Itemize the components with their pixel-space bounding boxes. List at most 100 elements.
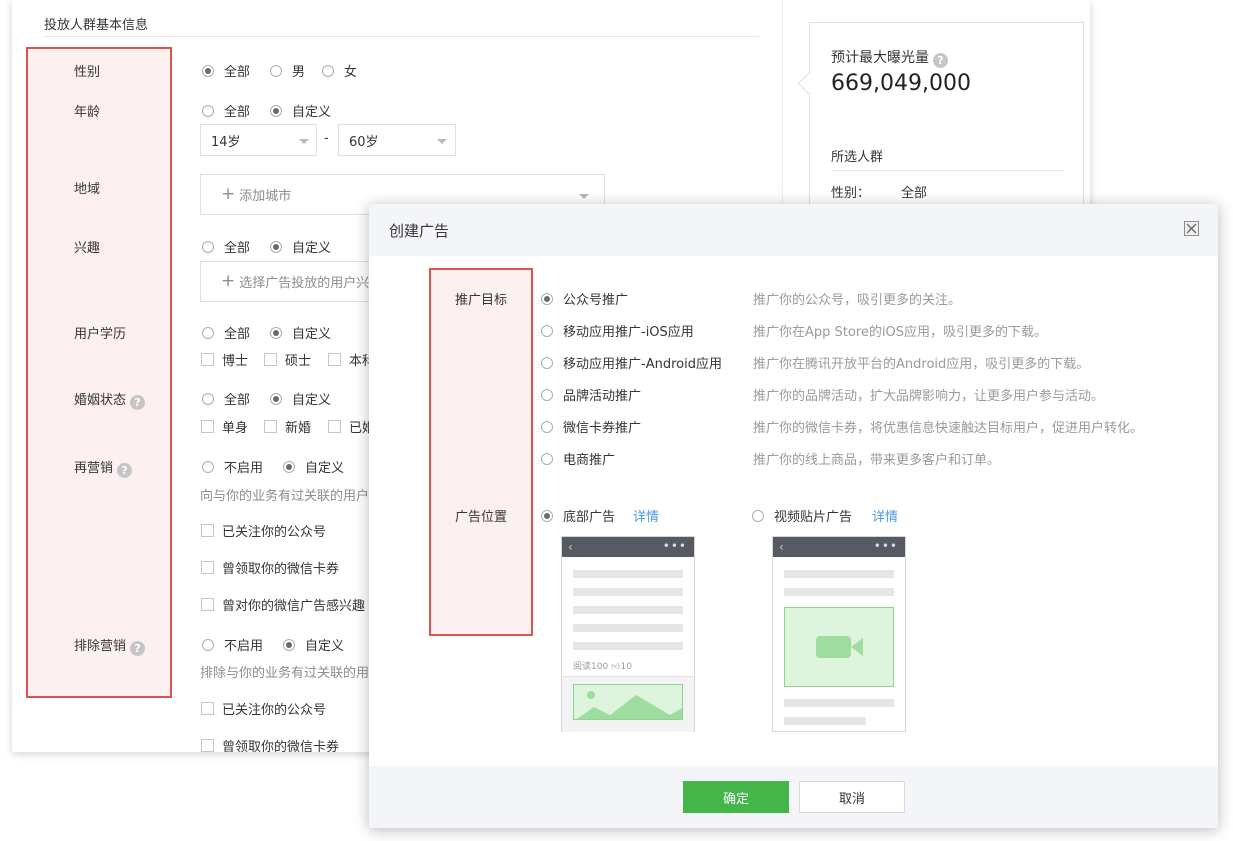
position-option-bottom[interactable]: 底部广告 xyxy=(541,506,615,525)
checkbox[interactable] xyxy=(328,420,341,433)
radio-checked[interactable] xyxy=(283,460,295,473)
radio-checked[interactable] xyxy=(541,509,553,522)
education-option-all[interactable]: 全部 xyxy=(202,323,250,342)
radio[interactable] xyxy=(541,356,553,369)
checkbox[interactable] xyxy=(264,420,277,433)
help-icon[interactable]: ? xyxy=(933,53,948,68)
radio[interactable] xyxy=(541,388,553,401)
radio[interactable] xyxy=(202,240,214,253)
checkbox[interactable] xyxy=(201,420,214,433)
marital-option-custom[interactable]: 自定义 xyxy=(270,389,331,408)
goal-option-brand-activity[interactable]: 品牌活动推广 xyxy=(541,385,641,404)
marital-option-all[interactable]: 全部 xyxy=(202,389,250,408)
goal-option-desc: 推广你的品牌活动，扩大品牌影响力，让更多用户参与活动。 xyxy=(753,389,1105,404)
goal-option-label: 移动应用推广-iOS应用 xyxy=(563,325,694,340)
video-ad-details-link[interactable]: 详情 xyxy=(872,506,898,525)
interest-option-all[interactable]: 全部 xyxy=(202,237,250,256)
bottom-ad-preview: ‹ ••• 阅读100 👍︎10 xyxy=(561,536,695,732)
help-icon[interactable]: ? xyxy=(117,463,133,478)
radio[interactable] xyxy=(202,326,214,339)
exclude-hint: 排除与你的业务有过关联的用 xyxy=(200,666,370,681)
checkbox[interactable] xyxy=(201,598,214,611)
position-option-video[interactable]: 视频贴片广告 xyxy=(752,506,852,525)
checkbox[interactable] xyxy=(201,524,214,537)
position-option-label: 视频贴片广告 xyxy=(774,510,853,525)
exclude-checkbox-followed[interactable]: 已关注你的公众号 xyxy=(201,699,326,718)
remarketing-option-off[interactable]: 不启用 xyxy=(202,457,263,476)
checkbox[interactable] xyxy=(201,702,214,715)
bottom-ad-details-link[interactable]: 详情 xyxy=(633,506,659,525)
radio[interactable] xyxy=(752,509,764,522)
remarketing-label: 再营销? xyxy=(74,457,133,478)
radio-checked[interactable] xyxy=(202,64,214,77)
close-icon[interactable] xyxy=(1184,221,1199,236)
radio-checked[interactable] xyxy=(541,292,553,305)
checkbox[interactable] xyxy=(264,353,277,366)
checkbox[interactable] xyxy=(201,353,214,366)
education-checkbox-bachelor[interactable]: 本科 xyxy=(328,350,375,369)
radio-checked[interactable] xyxy=(270,240,282,253)
help-icon[interactable]: ? xyxy=(130,641,146,656)
marital-checkbox-newlywed[interactable]: 新婚 xyxy=(264,417,311,436)
radio[interactable] xyxy=(322,64,334,77)
radio[interactable] xyxy=(270,64,282,77)
goal-option-ecommerce[interactable]: 电商推广 xyxy=(541,449,615,468)
radio[interactable] xyxy=(202,460,214,473)
chevron-down-icon xyxy=(579,194,589,199)
radio-checked[interactable] xyxy=(270,104,282,117)
option-label: 自定义 xyxy=(305,639,345,654)
education-checkbox-master[interactable]: 硕士 xyxy=(264,350,311,369)
cancel-button[interactable]: 取消 xyxy=(799,781,905,813)
radio[interactable] xyxy=(541,324,553,337)
education-checkbox-phd[interactable]: 博士 xyxy=(201,350,248,369)
checkbox[interactable] xyxy=(201,561,214,574)
radio[interactable] xyxy=(202,638,214,651)
age-option-custom[interactable]: 自定义 xyxy=(270,101,331,120)
goal-option-wechat-coupon[interactable]: 微信卡券推广 xyxy=(541,417,641,436)
dialog-header xyxy=(369,204,1218,256)
checkbox-label: 曾领取你的微信卡券 xyxy=(222,740,340,752)
gender-option-all[interactable]: 全部 xyxy=(202,61,250,80)
interest-option-custom[interactable]: 自定义 xyxy=(270,237,331,256)
radio-checked[interactable] xyxy=(283,638,295,651)
goal-option-desc: 推广你的微信卡券，将优惠信息快速触达目标用户，促进用户转化。 xyxy=(753,421,1144,436)
goal-option-label: 品牌活动推广 xyxy=(563,389,642,404)
checkbox[interactable] xyxy=(201,739,214,752)
goal-option-desc: 推广你在腾讯开放平台的Android应用，吸引更多的下载。 xyxy=(753,357,1090,372)
goal-option-ios-app[interactable]: 移动应用推广-iOS应用 xyxy=(541,321,694,340)
radio[interactable] xyxy=(202,104,214,117)
education-option-custom[interactable]: 自定义 xyxy=(270,323,331,342)
exclude-checkbox-coupon[interactable]: 曾领取你的微信卡券 xyxy=(201,736,339,752)
remarketing-option-custom[interactable]: 自定义 xyxy=(283,457,344,476)
audience-gender-value: 全部 xyxy=(901,186,928,201)
checkbox[interactable] xyxy=(328,353,341,366)
help-icon[interactable]: ? xyxy=(130,395,146,410)
exclude-option-custom[interactable]: 自定义 xyxy=(283,635,344,654)
goal-option-desc: 推广你的线上商品，带来更多客户和订单。 xyxy=(753,453,1001,468)
marital-checkbox-married[interactable]: 已婚 xyxy=(328,417,375,436)
radio[interactable] xyxy=(541,452,553,465)
confirm-button[interactable]: 确定 xyxy=(683,781,789,813)
exclude-option-off[interactable]: 不启用 xyxy=(202,635,263,654)
goal-option-official-account[interactable]: 公众号推广 xyxy=(541,289,628,308)
radio[interactable] xyxy=(202,392,214,405)
region-label: 地域 xyxy=(74,182,101,197)
landscape-graphic xyxy=(576,691,682,719)
exposure-label-text: 预计最大曝光量 xyxy=(831,50,929,66)
remarketing-checkbox-coupon[interactable]: 曾领取你的微信卡券 xyxy=(201,558,339,577)
remarketing-checkbox-interested[interactable]: 曾对你的微信广告感兴趣 xyxy=(201,595,365,614)
radio-checked[interactable] xyxy=(270,392,282,405)
age-min-select[interactable]: 14岁 xyxy=(200,124,317,156)
text-line-placeholder xyxy=(573,606,683,614)
radio[interactable] xyxy=(541,420,553,433)
age-option-all[interactable]: 全部 xyxy=(202,101,250,120)
option-label: 全部 xyxy=(224,65,251,80)
remarketing-checkbox-followed[interactable]: 已关注你的公众号 xyxy=(201,521,326,540)
marital-checkbox-single[interactable]: 单身 xyxy=(201,417,248,436)
gender-option-male[interactable]: 男 xyxy=(270,61,305,80)
checkbox-label: 曾领取你的微信卡券 xyxy=(222,562,340,577)
radio-checked[interactable] xyxy=(270,326,282,339)
age-max-select[interactable]: 60岁 xyxy=(338,124,456,156)
goal-option-android-app[interactable]: 移动应用推广-Android应用 xyxy=(541,353,722,372)
gender-option-female[interactable]: 女 xyxy=(322,61,357,80)
